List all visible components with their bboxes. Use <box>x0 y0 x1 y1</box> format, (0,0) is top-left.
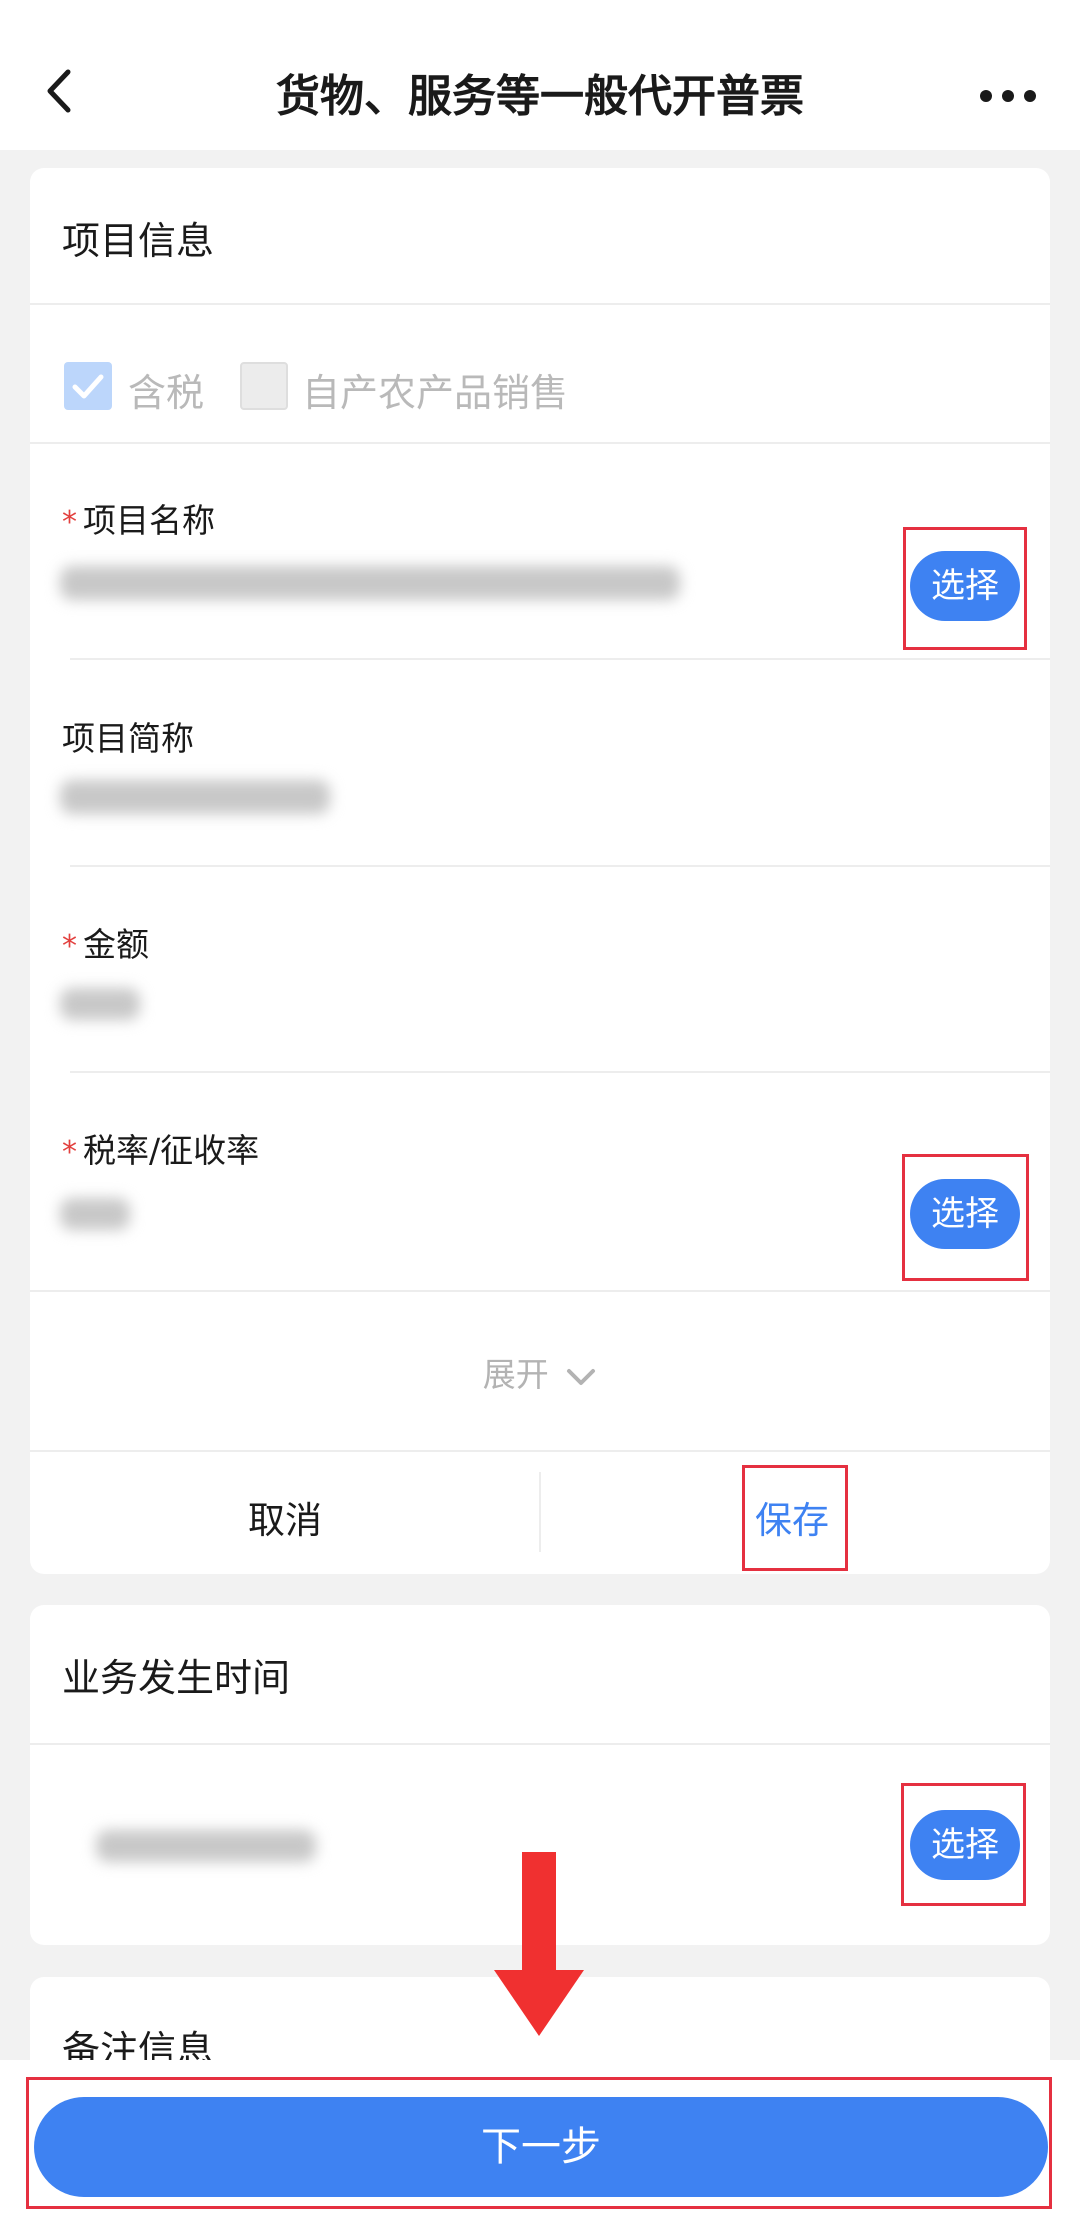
required-mark: * <box>62 929 77 964</box>
highlight-business-time-select <box>901 1783 1026 1906</box>
self-produced-checkbox[interactable] <box>240 362 288 410</box>
highlight-tax-rate-select <box>902 1154 1029 1281</box>
red-arrow-head <box>494 1970 584 2036</box>
amount-value-blurred <box>60 988 140 1020</box>
item-short-name-label: 项目简称 <box>62 719 194 758</box>
divider <box>30 1743 1050 1745</box>
item-name-value-blurred <box>60 566 680 600</box>
amount-label: * 金额 <box>62 925 149 964</box>
self-produced-label: 自产农产品销售 <box>302 371 569 415</box>
button-separator <box>539 1472 541 1552</box>
business-time-value-blurred <box>96 1830 316 1862</box>
divider <box>30 303 1050 305</box>
required-mark: * <box>62 505 77 540</box>
required-mark: * <box>62 1135 77 1170</box>
highlight-item-name-select <box>903 527 1027 650</box>
cancel-button[interactable]: 取消 <box>30 1490 540 1544</box>
check-icon <box>72 374 104 399</box>
divider <box>30 1290 1050 1292</box>
item-name-label: * 项目名称 <box>62 501 215 540</box>
divider <box>70 865 1050 867</box>
business-time-title: 业务发生时间 <box>62 1656 291 1700</box>
item-short-value-blurred <box>60 780 330 814</box>
tax-rate-label: * 税率/征收率 <box>62 1131 260 1170</box>
tax-rate-value-blurred <box>60 1198 130 1230</box>
item-info-title: 项目信息 <box>62 219 215 263</box>
expand-toggle[interactable]: 展开 <box>30 1348 1050 1396</box>
tax-included-checkbox[interactable] <box>64 362 112 410</box>
divider <box>70 658 1050 660</box>
divider <box>30 1450 1050 1452</box>
expand-label: 展开 <box>482 1355 549 1394</box>
page-title: 货物、服务等一般代开普票 <box>276 71 804 122</box>
item-info-card: 项目信息 含税 自产农产品销售 * 项目名称 选择 项目简称 * 金额 * 税率/征收… <box>30 168 1050 1574</box>
more-dots-icon[interactable] <box>978 88 1038 104</box>
tax-included-label: 含税 <box>128 371 205 415</box>
highlight-save-button <box>742 1465 848 1571</box>
divider <box>70 1071 1050 1073</box>
top-nav-bar: 货物、服务等一般代开普票 <box>0 0 1080 150</box>
chevron-down-icon <box>567 1368 596 1385</box>
divider <box>30 442 1050 444</box>
red-arrow-shaft <box>522 1852 556 1972</box>
highlight-next-button <box>26 2077 1052 2209</box>
